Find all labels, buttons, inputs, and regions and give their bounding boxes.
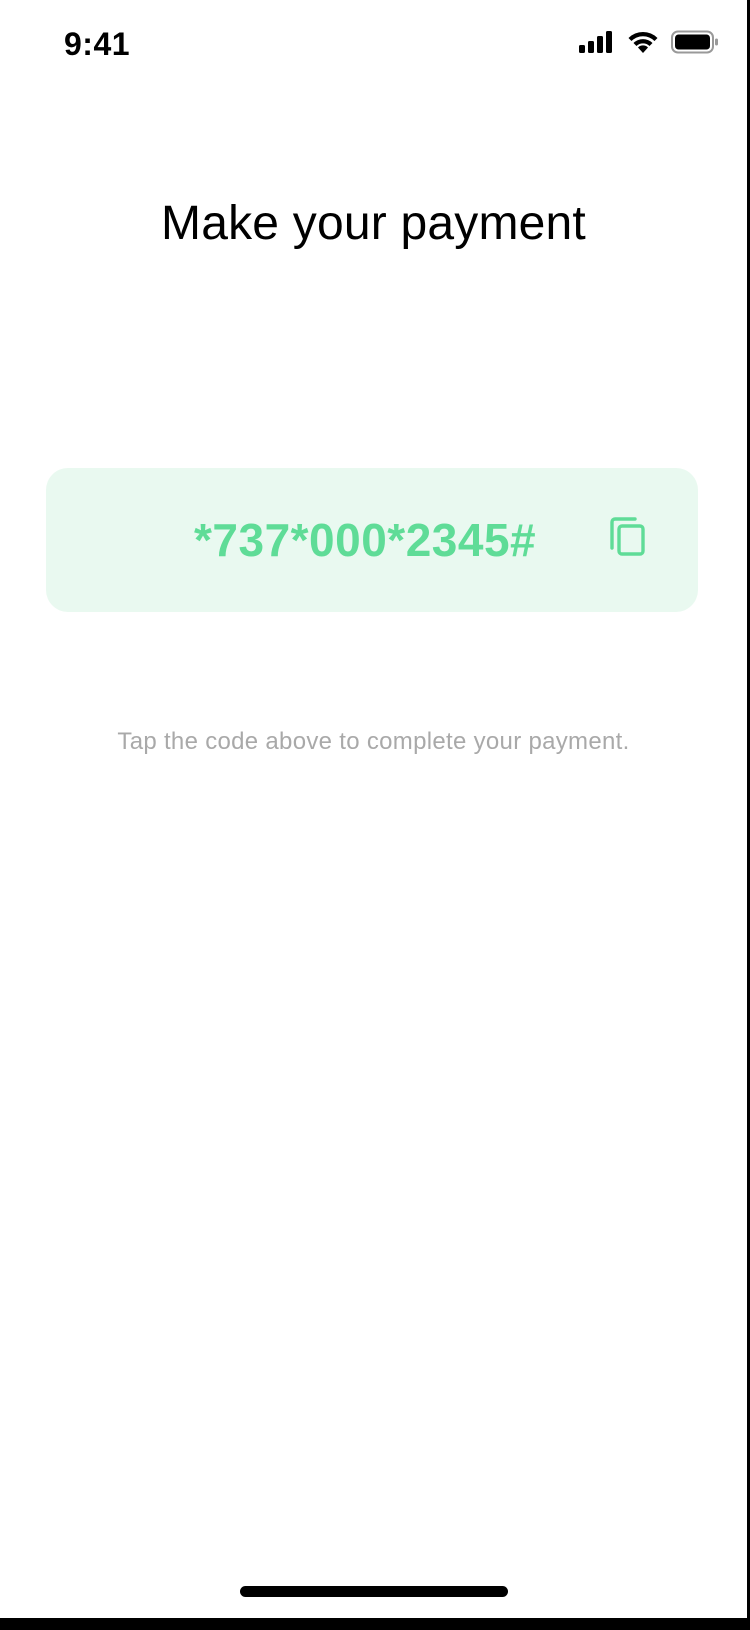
instruction-text: Tap the code above to complete your paym…	[117, 728, 630, 755]
payment-screen: 9:41 Make your payment *737*000*2345# Ta…	[0, 0, 747, 1618]
signal-icon	[579, 30, 615, 59]
copy-icon[interactable]	[608, 516, 648, 560]
wifi-icon	[627, 30, 659, 59]
payment-code-card[interactable]: *737*000*2345#	[46, 468, 698, 612]
page-title: Make your payment	[161, 197, 586, 250]
home-indicator[interactable]	[240, 1586, 508, 1597]
status-icons	[579, 30, 719, 59]
payment-code[interactable]: *737*000*2345#	[46, 468, 698, 612]
battery-icon	[671, 30, 719, 59]
status-time: 9:41	[64, 26, 131, 62]
status-bar: 9:41	[0, 0, 747, 92]
